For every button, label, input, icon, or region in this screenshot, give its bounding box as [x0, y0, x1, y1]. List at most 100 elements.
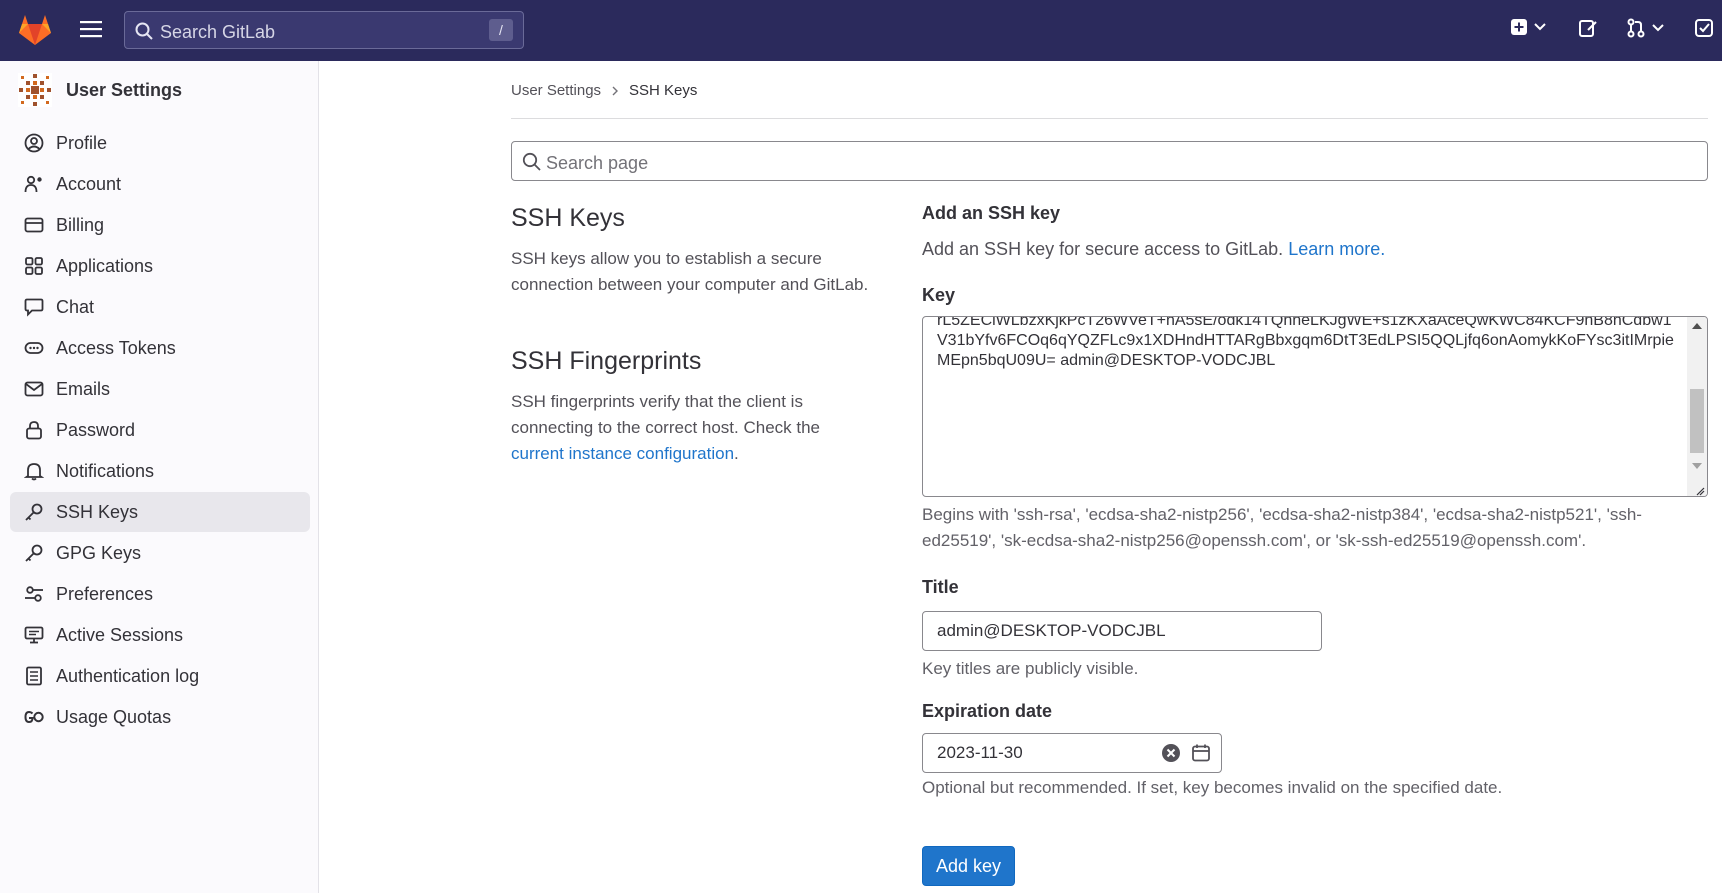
sidebar-item-emails[interactable]: Emails	[10, 369, 310, 409]
top-bar: Search GitLab /	[0, 0, 1722, 61]
expiration-date-input[interactable]: 2023-11-30	[922, 733, 1222, 773]
sidebar-item-label: Applications	[56, 255, 154, 276]
sidebar-header[interactable]: User Settings	[18, 73, 182, 107]
sidebar-item-access-tokens[interactable]: Access Tokens	[10, 328, 310, 368]
chat-icon	[24, 297, 44, 317]
merge-request-icon	[1626, 18, 1646, 38]
search-page-placeholder: Search page	[546, 153, 649, 173]
scrollbar-thumb[interactable]	[1690, 389, 1704, 453]
ssh-keys-description: SSH keys allow you to establish a secure…	[511, 249, 869, 294]
create-new-button[interactable]	[1510, 18, 1546, 36]
ssh-fingerprints-heading: SSH Fingerprints	[511, 347, 702, 375]
sidebar-item-label: Account	[56, 173, 122, 194]
menu-icon[interactable]	[80, 19, 102, 39]
title-label: Title	[922, 577, 959, 597]
sidebar-item-usage-quotas[interactable]: Usage Quotas	[10, 697, 310, 737]
todos-button[interactable]	[1694, 18, 1714, 38]
search-page-input[interactable]: Search page	[511, 141, 1708, 181]
gitlab-logo-icon[interactable]	[18, 14, 52, 46]
sidebar-item-notifications[interactable]: Notifications	[10, 451, 310, 491]
issues-icon	[1578, 18, 1598, 38]
account-icon	[24, 174, 44, 194]
chevron-right-icon	[611, 86, 619, 96]
sidebar-item-label: Password	[56, 419, 136, 440]
breadcrumb: User Settings SSH Keys	[511, 82, 697, 99]
lock-icon	[24, 420, 44, 440]
key-textarea[interactable]: rL5ZECiWLbzxKjkPcT26WVeT+nA5sE/odk14TQnn…	[922, 316, 1708, 497]
sidebar-item-label: Emails	[56, 378, 111, 399]
sidebar-item-active-sessions[interactable]: Active Sessions	[10, 615, 310, 655]
sidebar-item-applications[interactable]: Applications	[10, 246, 310, 286]
merge-requests-button[interactable]	[1626, 18, 1664, 38]
add-key-button[interactable]: Add key	[922, 846, 1015, 886]
sidebar-item-label: Notifications	[56, 460, 155, 481]
sidebar-item-ssh-keys[interactable]: SSH Keys	[10, 492, 310, 532]
learn-more-link[interactable]: Learn more.	[1288, 239, 1385, 259]
global-search-input[interactable]: Search GitLab /	[124, 11, 524, 49]
clear-date-icon[interactable]	[1161, 743, 1181, 763]
breadcrumb-parent-link[interactable]: User Settings	[511, 82, 601, 99]
sidebar-item-label: GPG Keys	[56, 542, 142, 563]
sidebar-item-label: Authentication log	[56, 665, 200, 686]
instance-configuration-link[interactable]: current instance configuration	[511, 444, 734, 463]
fingerprints-text: SSH fingerprints verify that the client …	[511, 392, 821, 437]
title-input-value: admin@DESKTOP-VODCJBL	[937, 621, 1166, 640]
settings-nav: Profile Account Billing Applications Cha…	[10, 123, 310, 738]
sidebar-item-password[interactable]: Password	[10, 410, 310, 450]
textarea-scrollbar[interactable]	[1687, 317, 1707, 496]
search-icon	[522, 152, 541, 171]
ssh-fingerprints-description: SSH fingerprints verify that the client …	[511, 389, 841, 467]
form-description-text: Add an SSH key for secure access to GitL…	[922, 239, 1284, 259]
sidebar-item-chat[interactable]: Chat	[10, 287, 310, 327]
sidebar-item-label: Preferences	[56, 583, 154, 604]
sidebar: User Settings Profile Account Billing Ap…	[0, 61, 319, 893]
quota-icon	[24, 707, 44, 727]
breadcrumb-current: SSH Keys	[629, 82, 698, 99]
sidebar-item-label: Access Tokens	[56, 337, 176, 358]
key-icon	[24, 543, 44, 563]
billing-icon	[24, 215, 44, 235]
sidebar-item-gpg-keys[interactable]: GPG Keys	[10, 533, 310, 573]
sidebar-item-authentication-log[interactable]: Authentication log	[10, 656, 310, 696]
todo-checkbox-icon	[1694, 18, 1714, 38]
key-label: Key	[922, 285, 956, 305]
profile-icon	[24, 133, 44, 153]
monitor-icon	[24, 625, 44, 645]
sidebar-title: User Settings	[66, 79, 183, 100]
scroll-down-arrow-icon[interactable]	[1692, 463, 1702, 469]
applications-icon	[24, 256, 44, 276]
sidebar-item-label: Active Sessions	[56, 624, 184, 645]
scroll-up-arrow-icon[interactable]	[1692, 323, 1702, 329]
avatar	[18, 73, 52, 107]
sidebar-item-preferences[interactable]: Preferences	[10, 574, 310, 614]
chevron-down-icon	[1534, 23, 1546, 31]
issues-button[interactable]	[1578, 18, 1598, 38]
header-divider	[511, 118, 1708, 119]
plus-square-icon	[1510, 18, 1528, 36]
title-input[interactable]: admin@DESKTOP-VODCJBL	[922, 611, 1322, 651]
fingerprints-period: .	[734, 444, 739, 463]
expiration-date-label: Expiration date	[922, 701, 1053, 721]
expiration-help-text: Optional but recommended. If set, key be…	[922, 778, 1503, 797]
resize-handle-icon[interactable]	[1695, 486, 1705, 496]
sidebar-item-label: Billing	[56, 214, 105, 235]
title-help-text: Key titles are publicly visible.	[922, 659, 1139, 678]
sidebar-item-profile[interactable]: Profile	[10, 123, 310, 163]
sidebar-item-label: SSH Keys	[56, 501, 139, 522]
key-icon	[24, 502, 44, 522]
sidebar-item-label: Chat	[56, 296, 95, 317]
calendar-icon[interactable]	[1191, 743, 1211, 763]
key-textarea-value: rL5ZECiWLbzxKjkPcT26WVeT+nA5sE/odk14TQnn…	[937, 316, 1674, 369]
key-help-text: Begins with 'ssh-rsa', 'ecdsa-sha2-nistp…	[922, 505, 1642, 550]
form-description: Add an SSH key for secure access to GitL…	[922, 239, 1385, 260]
preferences-icon	[24, 584, 44, 604]
sidebar-item-billing[interactable]: Billing	[10, 205, 310, 245]
expiration-date-value: 2023-11-30	[937, 743, 1023, 762]
sidebar-item-label: Profile	[56, 132, 108, 153]
chevron-down-icon	[1652, 24, 1664, 32]
ssh-keys-heading: SSH Keys	[511, 204, 625, 232]
global-search-placeholder: Search GitLab	[160, 22, 276, 42]
token-icon	[24, 338, 44, 358]
mail-icon	[24, 379, 44, 399]
sidebar-item-account[interactable]: Account	[10, 164, 310, 204]
